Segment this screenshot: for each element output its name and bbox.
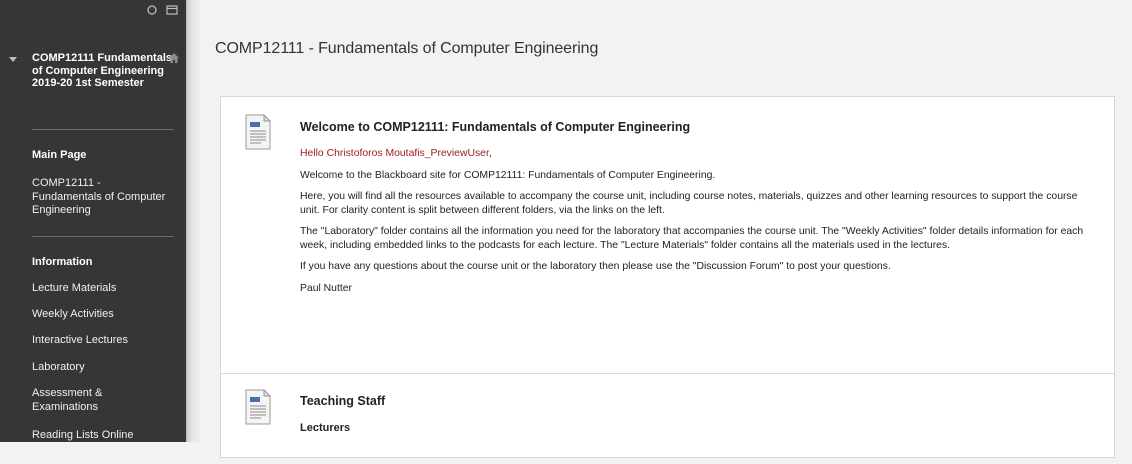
paragraph: The "Laboratory" folder contains all the… bbox=[300, 226, 1084, 251]
paragraph: If you have any questions about the cour… bbox=[300, 261, 891, 272]
main-content: COMP12111 - Fundamentals of Computer Eng… bbox=[201, 0, 1132, 458]
sidebar-item-reading-lists[interactable]: Reading Lists Online bbox=[32, 429, 177, 442]
sidebar-item-interactive-lectures[interactable]: Interactive Lectures bbox=[32, 334, 177, 348]
sidebar-item-weekly-activities[interactable]: Weekly Activities bbox=[32, 308, 177, 322]
page-title: COMP12111 - Fundamentals of Computer Eng… bbox=[215, 40, 599, 57]
sidebar-divider bbox=[32, 129, 174, 130]
collapse-arrow-icon[interactable] bbox=[9, 57, 17, 62]
home-icon[interactable] bbox=[168, 52, 180, 64]
sidebar-heading-main: Main Page bbox=[32, 149, 87, 161]
item-title[interactable]: Teaching Staff bbox=[300, 394, 385, 408]
greeting-line: Hello Christoforos Moutafis_PreviewUser, bbox=[300, 147, 1090, 161]
course-title[interactable]: COMP12111 Fundamentals of Computer Engin… bbox=[32, 52, 172, 90]
item-title[interactable]: Welcome to COMP12111: Fundamentals of Co… bbox=[300, 120, 690, 134]
sidebar-tools bbox=[146, 4, 178, 16]
greeting-name: Hello Christoforos Moutafis_PreviewUser bbox=[300, 148, 489, 159]
content-item-teaching-staff: Teaching Staff Lecturers bbox=[221, 374, 1114, 464]
document-icon bbox=[245, 388, 272, 425]
document-icon bbox=[245, 113, 272, 150]
sidebar-item-main-page[interactable]: COMP12111 - Fundamentals of Computer Eng… bbox=[32, 177, 172, 218]
sidebar-item-lecture-materials[interactable]: Lecture Materials bbox=[32, 282, 177, 296]
item-body: Hello Christoforos Moutafis_PreviewUser,… bbox=[300, 147, 1090, 303]
sidebar-resize-handle[interactable] bbox=[186, 0, 201, 442]
sub-heading-lecturers: Lecturers bbox=[300, 422, 351, 434]
paragraph: Here, you will find all the resources av… bbox=[300, 191, 1078, 216]
content-item-welcome: Welcome to COMP12111: Fundamentals of Co… bbox=[221, 97, 1114, 373]
sidebar-heading-information: Information bbox=[32, 256, 93, 268]
sidebar-item-laboratory[interactable]: Laboratory bbox=[32, 361, 177, 375]
signature: Paul Nutter bbox=[300, 282, 352, 294]
paragraph: Welcome to the Blackboard site for COMP1… bbox=[300, 169, 716, 181]
content-list: Welcome to COMP12111: Fundamentals of Co… bbox=[220, 96, 1115, 458]
refresh-icon[interactable] bbox=[146, 4, 158, 16]
folder-icon[interactable] bbox=[166, 4, 178, 16]
greeting-punctuation: , bbox=[488, 148, 492, 159]
sidebar-item-assessment[interactable]: Assessment & Examinations bbox=[32, 387, 142, 414]
course-menu-sidebar: COMP12111 Fundamentals of Computer Engin… bbox=[0, 0, 186, 442]
sidebar-divider bbox=[32, 236, 174, 237]
